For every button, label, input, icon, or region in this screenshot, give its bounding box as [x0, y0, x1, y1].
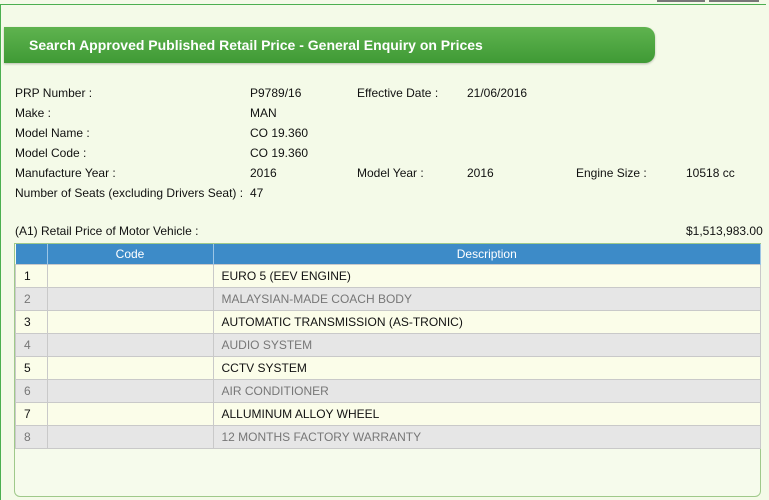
page-title: Search Approved Published Retail Price -… — [29, 37, 483, 53]
row-code — [46, 287, 214, 311]
column-header-code: Code — [47, 244, 214, 265]
table-row[interactable]: 8 12 MONTHS FACTORY WARRANTY — [15, 425, 761, 449]
table-row[interactable]: 3 AUTOMATIC TRANSMISSION (AS-TRONIC) — [15, 310, 761, 334]
row-description: ALLUMINUM ALLOY WHEEL — [212, 402, 761, 426]
effective-date-value: 21/06/2016 — [467, 86, 528, 100]
make-label: Make : — [15, 106, 52, 120]
manufacture-year-label: Manufacture Year : — [15, 166, 116, 180]
table-row[interactable]: 4 AUDIO SYSTEM — [15, 333, 761, 357]
effective-date-label: Effective Date : — [357, 86, 439, 100]
row-description: AUTOMATIC TRANSMISSION (AS-TRONIC) — [212, 310, 761, 334]
row-code — [46, 402, 214, 426]
engine-size-label: Engine Size : — [576, 166, 647, 180]
row-code — [46, 310, 214, 334]
column-header-description: Description — [213, 244, 761, 265]
table-row[interactable]: 5 CCTV SYSTEM — [15, 356, 761, 380]
row-number: 8 — [15, 425, 48, 449]
row-number: 2 — [15, 287, 48, 311]
retail-price-value: $1,513,983.00 — [686, 224, 763, 238]
row-code — [46, 379, 214, 403]
top-button-stub-right[interactable] — [709, 0, 759, 2]
model-year-label: Model Year : — [357, 166, 424, 180]
model-name-label: Model Name : — [15, 126, 90, 140]
column-header-number — [15, 244, 48, 265]
row-description: 12 MONTHS FACTORY WARRANTY — [212, 425, 761, 449]
row-description: AUDIO SYSTEM — [212, 333, 761, 357]
seats-value: 47 — [250, 186, 264, 200]
accessories-table-panel: Code Description 1 EURO 5 (EEV ENGINE) 2… — [14, 243, 761, 497]
prp-number-value: P9789/16 — [250, 86, 302, 100]
row-number: 1 — [15, 264, 48, 288]
row-number: 4 — [15, 333, 48, 357]
row-description: AIR CONDITIONER — [212, 379, 761, 403]
model-year-value: 2016 — [467, 166, 494, 180]
row-code — [46, 333, 214, 357]
model-code-label: Model Code : — [15, 146, 87, 160]
page-header: Search Approved Published Retail Price -… — [4, 27, 655, 63]
row-code — [46, 425, 214, 449]
top-button-stub-left[interactable] — [657, 0, 705, 2]
model-name-value: CO 19.360 — [250, 126, 309, 140]
accessories-table: Code Description 1 EURO 5 (EEV ENGINE) 2… — [15, 244, 761, 449]
row-number: 5 — [15, 356, 48, 380]
row-description: CCTV SYSTEM — [212, 356, 761, 380]
table-row[interactable]: 7 ALLUMINUM ALLOY WHEEL — [15, 402, 761, 426]
table-row[interactable]: 2 MALAYSIAN-MADE COACH BODY — [15, 287, 761, 311]
engine-size-value: 10518 cc — [686, 166, 735, 180]
row-description: MALAYSIAN-MADE COACH BODY — [212, 287, 761, 311]
model-code-value: CO 19.360 — [250, 146, 309, 160]
row-number: 3 — [15, 310, 48, 334]
row-description: EURO 5 (EEV ENGINE) — [212, 264, 761, 288]
seats-label: Number of Seats (excluding Drivers Seat)… — [15, 186, 244, 200]
row-code — [46, 264, 214, 288]
table-row[interactable]: 6 AIR CONDITIONER — [15, 379, 761, 403]
table-row[interactable]: 1 EURO 5 (EEV ENGINE) — [15, 264, 761, 288]
table-header-row: Code Description — [15, 244, 761, 265]
row-number: 7 — [15, 402, 48, 426]
row-number: 6 — [15, 379, 48, 403]
manufacture-year-value: 2016 — [250, 166, 277, 180]
make-value: MAN — [250, 106, 277, 120]
retail-price-label: (A1) Retail Price of Motor Vehicle : — [15, 224, 199, 238]
prp-number-label: PRP Number : — [15, 86, 93, 100]
row-code — [46, 356, 214, 380]
